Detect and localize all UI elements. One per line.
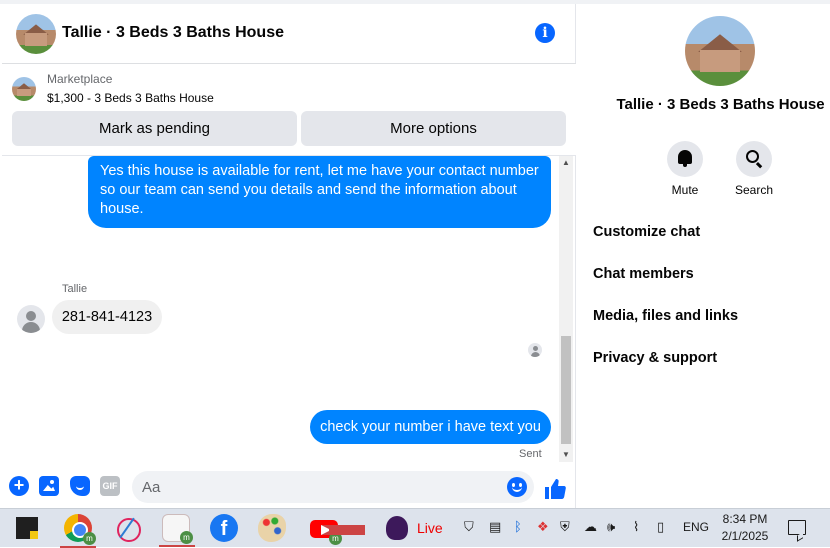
- scroll-thumb[interactable]: [561, 336, 571, 444]
- chat-title[interactable]: Tallie · 3 Beds 3 Baths House: [62, 24, 284, 42]
- photo-icon[interactable]: [39, 476, 59, 496]
- incoming-message[interactable]: 281-841-4123: [52, 300, 162, 334]
- menu-chat-members[interactable]: Chat members: [593, 266, 694, 282]
- seen-indicator: [528, 343, 542, 357]
- message-input-wrapper: [132, 471, 534, 503]
- plus-icon[interactable]: +: [9, 476, 29, 496]
- menu-media-files-links[interactable]: Media, files and links: [593, 308, 738, 324]
- search-button[interactable]: Search: [724, 141, 784, 197]
- listing-avatar[interactable]: [16, 14, 56, 54]
- sender-avatar[interactable]: [17, 305, 45, 333]
- profile-badge: m: [180, 531, 193, 544]
- scroll-down-arrow[interactable]: ▼: [559, 448, 573, 462]
- app-tray-icon[interactable]: ❖: [537, 519, 549, 535]
- search-icon: [746, 150, 759, 163]
- cloud-offline-icon[interactable]: ☁: [584, 519, 597, 535]
- paint-icon[interactable]: [258, 514, 286, 542]
- sticky-notes-icon[interactable]: [16, 517, 38, 539]
- sender-name: Tallie: [62, 283, 88, 295]
- battery-saver-icon[interactable]: ▤: [489, 519, 501, 535]
- clock-time[interactable]: 8:34 PM: [722, 512, 768, 526]
- like-icon[interactable]: [543, 477, 567, 501]
- gif-icon[interactable]: GIF: [100, 476, 120, 496]
- facebook-icon[interactable]: f: [210, 514, 238, 542]
- profile-avatar[interactable]: [685, 16, 755, 86]
- more-options-button[interactable]: More options: [301, 111, 566, 146]
- profile-title: Tallie · 3 Beds 3 Baths House: [616, 96, 825, 113]
- message-input[interactable]: [142, 471, 502, 503]
- message-list: Yes this house is available for rent, le…: [2, 156, 562, 462]
- search-label: Search: [734, 183, 774, 197]
- snipping-tool-icon[interactable]: [113, 514, 141, 542]
- taskbar: m m f m Live ⛉ ▤ ᛒ ❖ ⛨ ☁ 🕪 ⌇ ▯ ENG 8:34 …: [0, 508, 830, 548]
- wifi-icon[interactable]: ⌇: [633, 519, 639, 535]
- menu-customize-chat[interactable]: Customize chat: [593, 224, 700, 240]
- composer: + GIF: [2, 462, 576, 508]
- photos-icon[interactable]: m: [159, 514, 195, 547]
- premier-league-icon[interactable]: [386, 516, 408, 540]
- mute-label: Mute: [671, 183, 699, 197]
- notifications-icon[interactable]: [788, 520, 806, 535]
- info-icon[interactable]: i: [535, 23, 555, 43]
- profile-badge: m: [83, 532, 96, 545]
- listing-price[interactable]: $1,300 - 3 Beds 3 Baths House: [47, 91, 214, 105]
- scrollbar[interactable]: ▲ ▼: [559, 156, 573, 462]
- youtube-icon[interactable]: m: [310, 520, 365, 545]
- chat-info-panel: Tallie · 3 Beds 3 Baths House Mute Searc…: [577, 4, 830, 508]
- menu-privacy-support[interactable]: Privacy & support: [593, 350, 717, 366]
- profile-badge: m: [329, 532, 342, 545]
- bell-icon: [678, 150, 692, 167]
- bluetooth-icon[interactable]: ᛒ: [514, 519, 522, 534]
- sticker-icon[interactable]: [70, 476, 90, 496]
- marketplace-label: Marketplace: [47, 72, 113, 86]
- message-status: Sent: [519, 448, 542, 460]
- marketplace-avatar: [12, 77, 36, 101]
- messenger-window: Tallie · 3 Beds 3 Baths House i Marketpl…: [0, 0, 830, 508]
- live-label[interactable]: Live: [417, 520, 443, 536]
- emoji-icon[interactable]: [507, 477, 527, 497]
- vpn-icon[interactable]: ⛉: [464, 519, 474, 535]
- language-indicator[interactable]: ENG: [683, 520, 709, 534]
- mark-as-pending-button[interactable]: Mark as pending: [12, 111, 297, 146]
- outgoing-message[interactable]: check your number i have text you: [310, 410, 551, 444]
- mute-button[interactable]: Mute: [655, 141, 715, 197]
- marketplace-card: Marketplace $1,300 - 3 Beds 3 Baths Hous…: [2, 64, 576, 156]
- security-icon[interactable]: ⛨: [560, 519, 570, 535]
- clock-date[interactable]: 2/1/2025: [718, 529, 772, 543]
- volume-icon[interactable]: 🕪: [607, 519, 615, 535]
- chrome-icon[interactable]: m: [60, 514, 96, 548]
- outgoing-message[interactable]: Yes this house is available for rent, le…: [88, 156, 551, 228]
- chat-panel: Tallie · 3 Beds 3 Baths House i Marketpl…: [2, 4, 576, 508]
- chat-header: Tallie · 3 Beds 3 Baths House i: [2, 4, 576, 64]
- scroll-up-arrow[interactable]: ▲: [559, 156, 573, 170]
- battery-icon[interactable]: ▯: [657, 519, 664, 535]
